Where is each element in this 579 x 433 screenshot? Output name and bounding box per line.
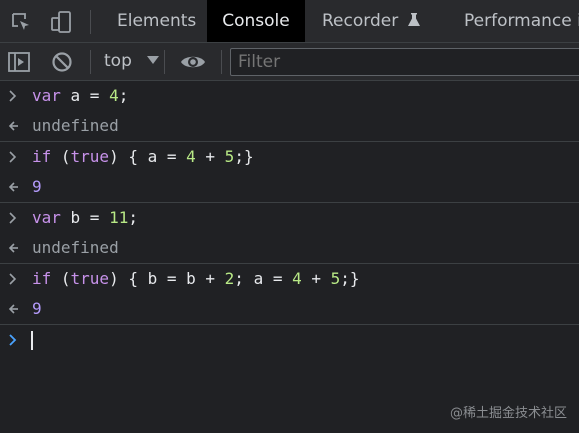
filter-input[interactable] <box>230 48 579 76</box>
prompt-chevron-icon <box>8 325 22 355</box>
code-token: 4 <box>292 269 302 288</box>
inspect-element-icon[interactable] <box>8 9 34 35</box>
code-token: 4 <box>186 147 196 166</box>
code-token: ) { a = <box>109 147 187 166</box>
tab-recorder[interactable]: Recorder <box>308 0 435 42</box>
console-input-code: if (true) { b = b + 2; a = 4 + 5;} <box>32 264 360 294</box>
tabbar-separator <box>90 10 91 34</box>
result-arrow-icon <box>8 111 22 141</box>
code-token: ( <box>51 269 71 288</box>
code-token: ; <box>128 208 138 227</box>
live-expression-eye-icon[interactable] <box>179 50 207 74</box>
context-selector[interactable]: top <box>104 43 160 80</box>
result-arrow-icon <box>8 294 22 324</box>
console-input-code: var a = 4; <box>32 81 128 111</box>
console-result-value: 9 <box>32 299 42 318</box>
code-token: if <box>32 147 52 166</box>
tab-elements[interactable]: Elements <box>103 0 210 42</box>
code-token: ;} <box>340 269 360 288</box>
input-chevron-icon <box>8 264 22 294</box>
console-result-value: undefined <box>32 238 119 257</box>
code-token: ) { b = b + <box>109 269 225 288</box>
devtools-tabbar: Elements Console Recorder Performance in <box>0 0 579 43</box>
console-result-row: 9 <box>0 294 579 324</box>
code-token: + <box>301 269 331 288</box>
dropdown-triangle-icon <box>147 56 160 64</box>
console-result-row: undefined <box>0 111 579 141</box>
console-result-value: 9 <box>32 177 42 196</box>
console-input-code: var b = 11; <box>32 203 138 233</box>
console-prompt[interactable] <box>0 325 579 355</box>
code-token: 11 <box>109 208 129 227</box>
code-token: ( <box>51 147 71 166</box>
show-sidebar-icon[interactable] <box>7 50 31 74</box>
input-chevron-icon <box>8 81 22 111</box>
code-token: var <box>32 86 61 105</box>
code-token: 5 <box>330 269 341 288</box>
console-input-code: if (true) { a = 4 + 5;} <box>32 142 254 172</box>
flask-icon <box>407 13 420 26</box>
result-arrow-icon <box>8 233 22 263</box>
console-toolbar: top <box>0 43 579 81</box>
context-selector-value: top <box>104 51 132 71</box>
console-messages: var a = 4; undefined if (true) { a = 4 + 5… <box>0 81 579 355</box>
console-input-row: var b = 11; <box>0 203 579 233</box>
code-token: 5 <box>224 147 235 166</box>
console-result-row: undefined <box>0 233 579 263</box>
code-token: true <box>70 147 110 166</box>
device-toolbar-icon[interactable] <box>48 9 74 35</box>
toolbar-separator <box>164 50 165 74</box>
console-input-row: if (true) { b = b + 2; a = 4 + 5;} <box>0 264 579 294</box>
toolbar-separator <box>221 50 222 74</box>
result-arrow-icon <box>8 172 22 202</box>
code-token: ; <box>118 86 129 105</box>
toolbar-separator <box>90 50 91 74</box>
tab-performance-insights[interactable]: Performance in <box>450 0 579 42</box>
watermark: @稀土掘金技术社区 <box>449 406 567 421</box>
code-token: ; a = <box>234 269 293 288</box>
console-result-value: undefined <box>32 116 119 135</box>
code-token: + <box>195 147 225 166</box>
clear-console-icon[interactable] <box>50 50 74 74</box>
code-token: if <box>32 269 52 288</box>
text-cursor <box>31 331 33 350</box>
code-token: 4 <box>109 86 119 105</box>
console-result-row: 9 <box>0 172 579 202</box>
code-token: var <box>32 208 61 227</box>
console-input-row: var a = 4; <box>0 81 579 111</box>
tab-console[interactable]: Console <box>207 0 305 42</box>
code-token: b = <box>60 208 110 227</box>
tab-recorder-label: Recorder <box>322 11 399 31</box>
code-token: ;} <box>234 147 254 166</box>
code-token: a = <box>60 86 110 105</box>
console-input-row: if (true) { a = 4 + 5;} <box>0 142 579 172</box>
input-chevron-icon <box>8 142 22 172</box>
code-token: 2 <box>224 269 235 288</box>
input-chevron-icon <box>8 203 22 233</box>
code-token: true <box>70 269 110 288</box>
